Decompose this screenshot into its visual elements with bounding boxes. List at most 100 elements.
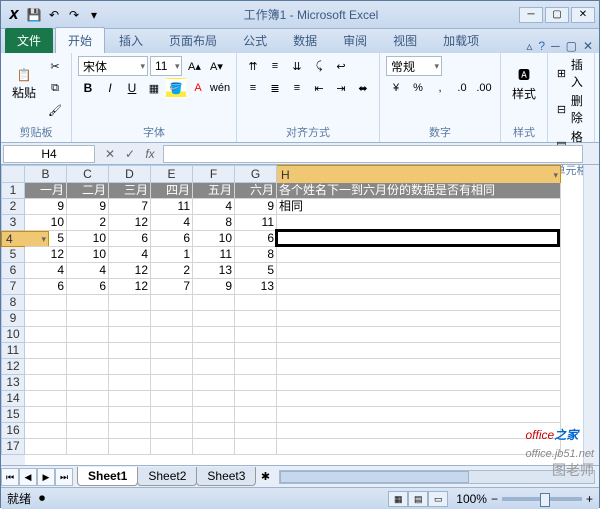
cell[interactable]: 三月 xyxy=(109,183,151,199)
cell[interactable]: 六月 xyxy=(235,183,277,199)
close-button[interactable]: ✕ xyxy=(571,7,595,23)
tab-file[interactable]: 文件 xyxy=(5,28,53,53)
tab-review[interactable]: 审阅 xyxy=(331,28,379,53)
cell[interactable] xyxy=(193,375,235,391)
cell[interactable]: 6 xyxy=(109,231,151,247)
sheet-tab-Sheet1[interactable]: Sheet1 xyxy=(77,467,138,486)
row-header-8[interactable]: 8 xyxy=(1,295,25,311)
undo-icon[interactable]: ↶ xyxy=(45,6,63,24)
row-header-12[interactable]: 12 xyxy=(1,359,25,375)
align-right-icon[interactable]: ≡ xyxy=(287,78,307,98)
cell[interactable] xyxy=(277,359,561,375)
row-header-16[interactable]: 16 xyxy=(1,423,25,439)
wbk-close-icon[interactable]: ✕ xyxy=(583,39,593,53)
cell[interactable]: 12 xyxy=(109,263,151,279)
phonetic-icon[interactable]: wén xyxy=(210,78,230,98)
minimize-button[interactable]: ─ xyxy=(519,7,543,23)
cell[interactable]: 4 xyxy=(109,247,151,263)
number-format-select[interactable]: 常规 xyxy=(386,56,442,76)
col-header-B[interactable]: B xyxy=(25,165,67,183)
align-middle-icon[interactable]: ≡ xyxy=(265,56,285,76)
cell[interactable] xyxy=(277,423,561,439)
cell[interactable] xyxy=(193,439,235,455)
name-box[interactable]: H4 xyxy=(3,145,95,163)
new-sheet-icon[interactable]: ✱ xyxy=(255,467,275,487)
cell[interactable] xyxy=(25,359,67,375)
cell[interactable] xyxy=(109,407,151,423)
formula-bar[interactable] xyxy=(163,145,583,163)
cell[interactable] xyxy=(25,439,67,455)
cell[interactable] xyxy=(109,423,151,439)
cell[interactable] xyxy=(67,343,109,359)
tab-insert[interactable]: 插入 xyxy=(107,28,155,53)
cell[interactable]: 4 xyxy=(193,199,235,215)
col-header-E[interactable]: E xyxy=(151,165,193,183)
sheet-last-icon[interactable]: ⏭ xyxy=(55,468,73,486)
cell[interactable] xyxy=(235,439,277,455)
cell[interactable]: 五月 xyxy=(193,183,235,199)
view-pagebreak-icon[interactable]: ▭ xyxy=(428,491,448,507)
row-header-10[interactable]: 10 xyxy=(1,327,25,343)
save-icon[interactable]: 💾 xyxy=(25,6,43,24)
comma-icon[interactable]: , xyxy=(430,78,450,98)
cell[interactable] xyxy=(193,311,235,327)
cell[interactable] xyxy=(151,327,193,343)
redo-icon[interactable]: ↷ xyxy=(65,6,83,24)
row-header-7[interactable]: 7 xyxy=(1,279,25,295)
dec-decimal-icon[interactable]: .00 xyxy=(474,78,494,98)
cell[interactable] xyxy=(151,407,193,423)
cell[interactable] xyxy=(67,407,109,423)
insert-cells-icon[interactable]: ⊞ xyxy=(554,63,569,83)
cell[interactable] xyxy=(67,391,109,407)
row-header-2[interactable]: 2 xyxy=(1,199,25,215)
row-header-3[interactable]: 3 xyxy=(1,215,25,231)
cell[interactable] xyxy=(277,247,561,263)
cell[interactable] xyxy=(25,423,67,439)
cell[interactable]: 4 xyxy=(151,215,193,231)
cell[interactable] xyxy=(277,311,561,327)
italic-icon[interactable]: I xyxy=(100,78,120,98)
cell[interactable] xyxy=(277,327,561,343)
cell[interactable] xyxy=(277,279,561,295)
row-header-11[interactable]: 11 xyxy=(1,343,25,359)
cell[interactable]: 6 xyxy=(25,279,67,295)
cell[interactable] xyxy=(67,311,109,327)
cell[interactable] xyxy=(277,231,561,247)
cell[interactable] xyxy=(277,295,561,311)
cell[interactable] xyxy=(277,375,561,391)
merge-icon[interactable]: ⬌ xyxy=(353,78,373,98)
cell[interactable] xyxy=(67,359,109,375)
cell[interactable]: 12 xyxy=(25,247,67,263)
cell[interactable]: 10 xyxy=(67,247,109,263)
cell[interactable]: 11 xyxy=(151,199,193,215)
cell[interactable] xyxy=(151,295,193,311)
font-size-select[interactable]: 11 xyxy=(150,56,182,76)
maximize-button[interactable]: ▢ xyxy=(545,7,569,23)
row-header-5[interactable]: 5 xyxy=(1,247,25,263)
cell[interactable] xyxy=(25,311,67,327)
col-header-D[interactable]: D xyxy=(109,165,151,183)
sheet-prev-icon[interactable]: ◀ xyxy=(19,468,37,486)
styles-button[interactable]: 🅰 样式 xyxy=(507,56,541,112)
minimize-ribbon-icon[interactable]: ▵ xyxy=(526,39,532,53)
cell[interactable]: 9 xyxy=(25,199,67,215)
cell[interactable] xyxy=(67,327,109,343)
zoom-slider[interactable] xyxy=(502,497,582,501)
cell[interactable] xyxy=(25,391,67,407)
cell[interactable]: 11 xyxy=(193,247,235,263)
cell[interactable] xyxy=(193,391,235,407)
horizontal-scrollbar[interactable] xyxy=(279,470,595,484)
font-name-select[interactable]: 宋体 xyxy=(78,56,148,76)
cell[interactable] xyxy=(109,311,151,327)
cell[interactable]: 6 xyxy=(151,231,193,247)
underline-icon[interactable]: U xyxy=(122,78,142,98)
cut-icon[interactable]: ✂ xyxy=(45,56,65,76)
percent-icon[interactable]: % xyxy=(408,78,428,98)
cell[interactable] xyxy=(109,327,151,343)
cell[interactable] xyxy=(277,263,561,279)
cell[interactable] xyxy=(67,375,109,391)
cell[interactable] xyxy=(151,391,193,407)
cell[interactable] xyxy=(235,423,277,439)
font-color-icon[interactable]: A xyxy=(188,78,208,98)
cell[interactable] xyxy=(151,423,193,439)
